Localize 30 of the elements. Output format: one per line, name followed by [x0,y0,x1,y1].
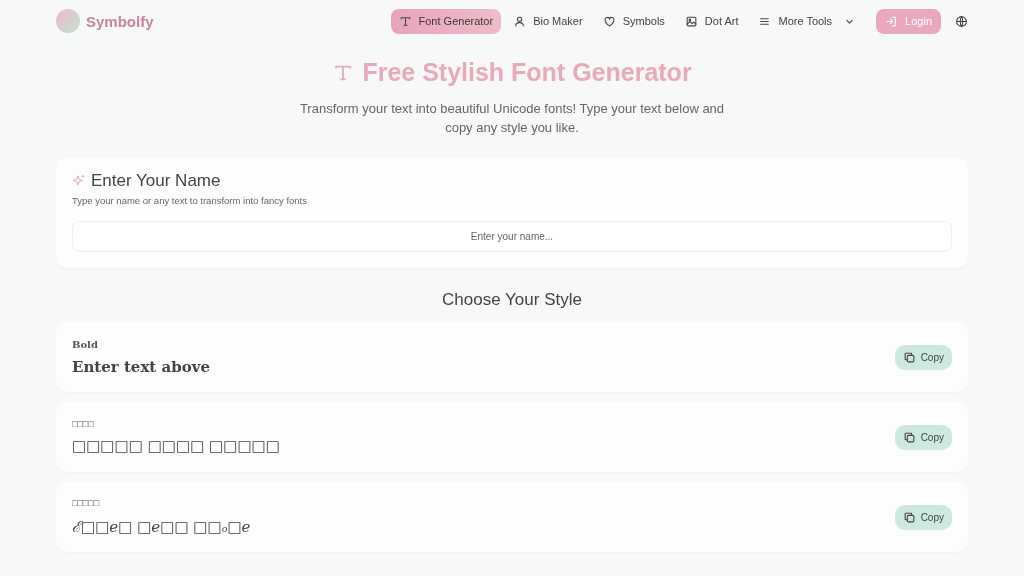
copy-icon [902,430,916,444]
nav-tab[interactable]: More Tools [750,8,865,34]
image-icon [684,14,698,28]
copy-icon [902,350,916,364]
style-name: □□□□ [72,419,95,429]
nav-tab[interactable]: Bio Maker [505,8,591,34]
name-input-field[interactable]: Enter your name... [72,221,952,252]
copy-button[interactable]: Copy [894,344,952,370]
page-subtitle: Transform your text into beautiful Unicode fonts! Type your text below and copy any style you like. [299,100,725,137]
sparkle-icon [72,174,86,188]
style-name: Bold [72,338,99,350]
nav-tab[interactable]: Symbols [594,8,673,34]
nav-tab[interactable]: Dot Art [676,8,747,34]
card-description: Type your name or any text to transform into fancy fonts [72,195,308,206]
globe-icon[interactable] [955,14,968,28]
copy-button[interactable]: Copy [894,504,952,530]
text-icon [398,14,412,28]
nav-tab[interactable]: Font Generator [390,8,502,34]
copy-icon [902,510,916,524]
style-preview: ℰ□□e□ □e□□ □□ₒ□e [72,517,252,536]
style-preview: Enter text above [72,357,211,376]
style-name: □□□□□ [72,498,101,508]
section-heading: Choose Your Style [441,290,583,310]
card-title: Enter Your Name [91,171,221,191]
heart-icon [602,14,616,28]
login-icon [885,14,899,28]
page-title: Free Stylish Font Generator [0,58,1024,87]
style-preview: □□□□□ □□□□ □□□□□ [72,437,281,455]
copy-button[interactable]: Copy [894,424,952,450]
user-icon [513,14,527,28]
